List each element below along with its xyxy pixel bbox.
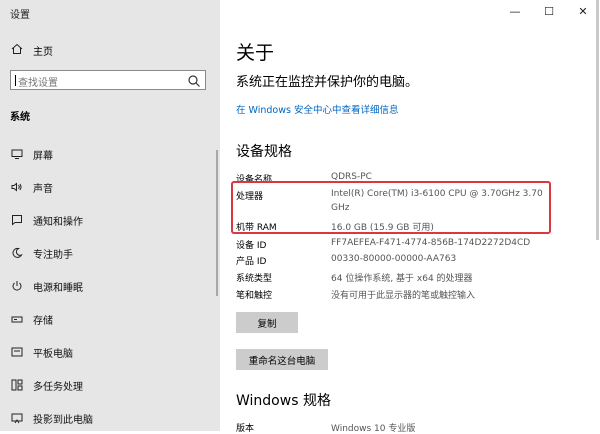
sidebar-item-label: 投影到此电脑 (33, 414, 93, 426)
spec-value-pen-touch: 没有可用于此显示器的笔或触控输入 (331, 291, 476, 301)
storage-icon (10, 312, 24, 326)
home-icon (10, 43, 24, 58)
copy-button[interactable]: 复制 (236, 312, 298, 333)
sidebar-item-label: 存储 (33, 315, 53, 327)
device-specs-heading: 设备规格 (236, 144, 292, 160)
spec-value-device-id: FF7AEFEA-F471-4774-856B-174D2272D4CD (331, 238, 531, 248)
sidebar-item-label: 多任务处理 (33, 381, 83, 393)
page-title: 关于 (236, 42, 275, 64)
sidebar-home[interactable]: 主页 (10, 43, 53, 58)
sidebar-item-multitasking[interactable]: 多任务处理 (10, 376, 83, 394)
spec-label-device-id: 设备 ID (236, 241, 267, 251)
security-center-link[interactable]: 在 Windows 安全中心中查看详细信息 (236, 102, 398, 116)
sidebar-item-label: 专注助手 (33, 249, 73, 261)
close-button[interactable]: ✕ (566, 0, 600, 22)
notification-icon (10, 213, 24, 227)
display-icon (10, 147, 24, 161)
windows-specs-heading: Windows 规格 (236, 393, 331, 409)
spec-label-system-type: 系统类型 (236, 274, 273, 284)
tablet-icon (10, 345, 24, 359)
spec-label-edition: 版本 (236, 424, 255, 434)
sidebar-item-sound[interactable]: 声音 (10, 178, 53, 196)
sidebar: 设置 主页 查找设置 系统 屏幕 声音 通知和操作 专注助手 电源和睡眠 存储 … (0, 0, 220, 431)
sound-icon (10, 180, 24, 194)
protection-status: 系统正在监控并保护你的电脑。 (236, 75, 419, 90)
moon-icon (10, 246, 24, 260)
sidebar-scrollbar[interactable] (216, 150, 218, 296)
spec-value-product-id: 00330-80000-00000-AA763 (331, 254, 457, 264)
maximize-button[interactable]: ☐ (532, 0, 566, 22)
spec-label-product-id: 产品 ID (236, 257, 267, 267)
sidebar-home-label: 主页 (33, 47, 53, 58)
main-scrollbar[interactable] (596, 0, 599, 240)
window-controls: — ☐ ✕ (498, 0, 600, 22)
project-icon (10, 411, 24, 425)
search-placeholder: 查找设置 (18, 78, 58, 89)
sidebar-item-power[interactable]: 电源和睡眠 (10, 277, 83, 295)
sidebar-item-notifications[interactable]: 通知和操作 (10, 211, 83, 229)
sidebar-item-tablet[interactable]: 平板电脑 (10, 343, 73, 361)
sidebar-item-display[interactable]: 屏幕 (10, 145, 53, 163)
sidebar-item-label: 屏幕 (33, 150, 53, 162)
minimize-button[interactable]: — (498, 0, 532, 22)
spec-label-pen-touch: 笔和触控 (236, 291, 273, 301)
app-title: 设置 (10, 10, 30, 21)
sidebar-item-storage[interactable]: 存储 (10, 310, 53, 328)
search-input[interactable]: 查找设置 (10, 70, 206, 90)
main-content: — ☐ ✕ 关于 系统正在监控并保护你的电脑。 在 Windows 安全中心中查… (220, 0, 600, 434)
sidebar-item-label: 平板电脑 (33, 348, 73, 360)
sidebar-item-label: 电源和睡眠 (33, 282, 83, 294)
search-icon[interactable] (187, 73, 201, 87)
spec-value-edition: Windows 10 专业版 (331, 424, 416, 434)
highlight-box (231, 181, 551, 234)
section-label-system: 系统 (10, 112, 30, 123)
multitask-icon (10, 378, 24, 392)
sidebar-item-label: 通知和操作 (33, 216, 83, 228)
rename-pc-button[interactable]: 重命名这台电脑 (236, 349, 328, 370)
sidebar-item-project[interactable]: 投影到此电脑 (10, 409, 93, 427)
sidebar-item-label: 声音 (33, 183, 53, 195)
sidebar-item-focus-assist[interactable]: 专注助手 (10, 244, 73, 262)
spec-value-system-type: 64 位操作系统, 基于 x64 的处理器 (331, 274, 473, 284)
power-icon (10, 279, 24, 293)
text-caret (15, 75, 16, 86)
